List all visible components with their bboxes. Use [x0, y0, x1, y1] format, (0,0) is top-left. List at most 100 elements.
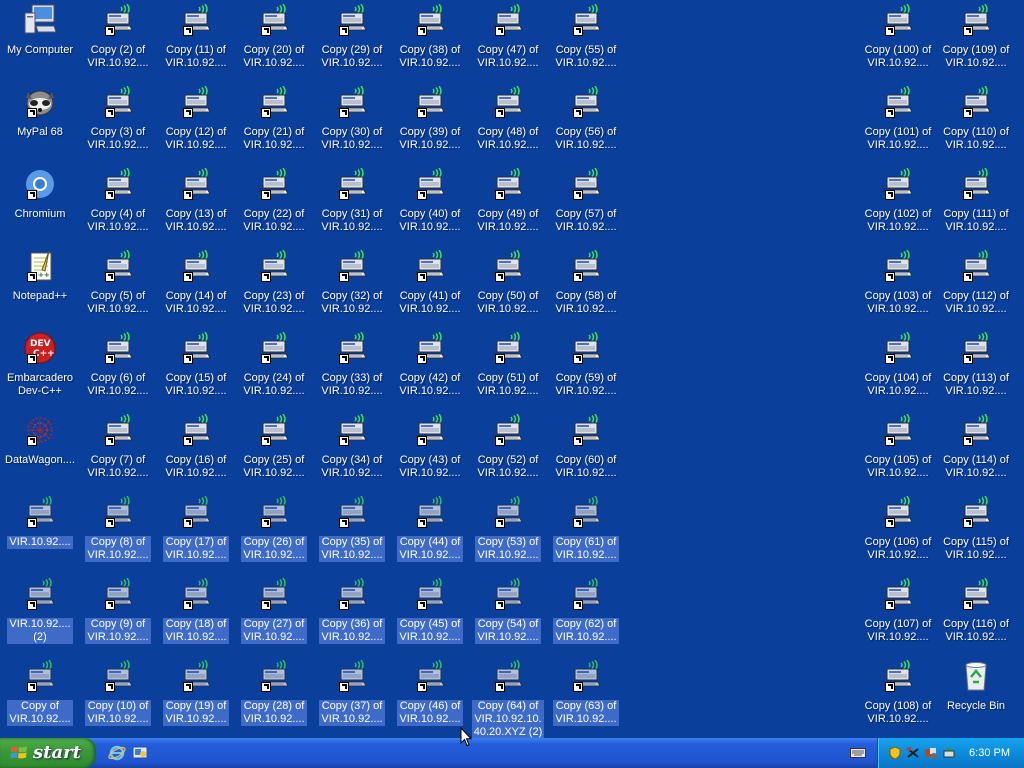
clock[interactable]: 6:30 PM: [969, 738, 1010, 768]
desktop-icon-copy-1-0[interactable]: Copy (11) of VIR.10.92....: [158, 2, 234, 70]
desktop-icon-system-5[interactable]: DataWagon....: [2, 412, 78, 467]
desktop-icon-copy-6-1[interactable]: Copy (56) of VIR.10.92....: [548, 84, 624, 152]
desktop-icon-copy-0-5[interactable]: Copy (7) of VIR.10.92....: [80, 412, 156, 480]
desktop-icon-copy-5-7[interactable]: Copy (54) of VIR.10.92....: [470, 576, 546, 644]
desktop-icon-copy-2-6[interactable]: Copy (26) of VIR.10.92....: [236, 494, 312, 562]
desktop-icon-right-0-3[interactable]: Copy (103) of VIR.10.92....: [860, 248, 936, 316]
desktop-icon-copy-2-5[interactable]: Copy (25) of VIR.10.92....: [236, 412, 312, 480]
desktop-icon-copy-3-2[interactable]: Copy (31) of VIR.10.92....: [314, 166, 390, 234]
desktop-icon-copy-6-6[interactable]: Copy (61) of VIR.10.92....: [548, 494, 624, 562]
desktop-icon-right-0-7[interactable]: Copy (107) of VIR.10.92....: [860, 576, 936, 644]
desktop-icon-right-1-4[interactable]: Copy (113) of VIR.10.92....: [938, 330, 1014, 398]
keyboard-icon[interactable]: [850, 747, 866, 759]
desktop-icon-copy-1-7[interactable]: Copy (18) of VIR.10.92....: [158, 576, 234, 644]
internet-explorer-icon[interactable]: [108, 744, 126, 762]
network-icon[interactable]: [906, 746, 920, 760]
desktop-icon-system-3[interactable]: ++ Notepad++: [2, 248, 78, 303]
desktop-icon-copy-6-5[interactable]: Copy (60) of VIR.10.92....: [548, 412, 624, 480]
desktop-icon-system-1[interactable]: MyPal 68: [2, 84, 78, 139]
desktop-icon-copy-0-0[interactable]: Copy (2) of VIR.10.92....: [80, 2, 156, 70]
desktop-icon-copy-1-6[interactable]: Copy (17) of VIR.10.92....: [158, 494, 234, 562]
desktop-icon-copy-5-2[interactable]: Copy (49) of VIR.10.92....: [470, 166, 546, 234]
desktop-icon-copy-3-0[interactable]: Copy (29) of VIR.10.92....: [314, 2, 390, 70]
desktop[interactable]: My Computer MyPal 68 Chromium ++ Notepad++ DE…: [0, 0, 1024, 738]
desktop-icon-copy-4-5[interactable]: Copy (43) of VIR.10.92....: [392, 412, 468, 480]
desktop-icon-copy-3-7[interactable]: Copy (36) of VIR.10.92....: [314, 576, 390, 644]
desktop-icon-copy-0-7[interactable]: Copy (9) of VIR.10.92....: [80, 576, 156, 644]
desktop-icon-copy-2-7[interactable]: Copy (27) of VIR.10.92....: [236, 576, 312, 644]
desktop-icon-right-1-5[interactable]: Copy (114) of VIR.10.92....: [938, 412, 1014, 480]
desktop-icon-copy-4-4[interactable]: Copy (42) of VIR.10.92....: [392, 330, 468, 398]
desktop-icon-right-0-0[interactable]: Copy (100) of VIR.10.92....: [860, 2, 936, 70]
desktop-icon-copy-1-1[interactable]: Copy (12) of VIR.10.92....: [158, 84, 234, 152]
desktop-icon-copy-6-3[interactable]: Copy (58) of VIR.10.92....: [548, 248, 624, 316]
desktop-icon-copy-2-8[interactable]: Copy (28) of VIR.10.92....: [236, 658, 312, 726]
desktop-icon-copy-5-6[interactable]: Copy (53) of VIR.10.92....: [470, 494, 546, 562]
desktop-icon-right-1-3[interactable]: Copy (112) of VIR.10.92....: [938, 248, 1014, 316]
desktop-icon-copy-6-8[interactable]: Copy (63) of VIR.10.92....: [548, 658, 624, 726]
desktop-icon-right-1-8[interactable]: Recycle Bin: [938, 658, 1014, 713]
desktop-icon-copy-3-3[interactable]: Copy (32) of VIR.10.92....: [314, 248, 390, 316]
desktop-icon-right-1-0[interactable]: Copy (109) of VIR.10.92....: [938, 2, 1014, 70]
desktop-icon-right-1-1[interactable]: Copy (110) of VIR.10.92....: [938, 84, 1014, 152]
desktop-icon-copy-0-8[interactable]: Copy (10) of VIR.10.92....: [80, 658, 156, 726]
desktop-icon-copy-5-3[interactable]: Copy (50) of VIR.10.92....: [470, 248, 546, 316]
desktop-icon-system-0[interactable]: My Computer: [2, 2, 78, 57]
show-desktop-icon[interactable]: [131, 744, 149, 762]
desktop-icon-vir-1[interactable]: VIR.10.92.... (2): [2, 576, 78, 644]
desktop-icon-copy-3-4[interactable]: Copy (33) of VIR.10.92....: [314, 330, 390, 398]
desktop-icon-copy-3-6[interactable]: Copy (35) of VIR.10.92....: [314, 494, 390, 562]
desktop-icon-copy-5-0[interactable]: Copy (47) of VIR.10.92....: [470, 2, 546, 70]
safely-remove-icon[interactable]: [942, 746, 956, 760]
desktop-icon-copy-4-2[interactable]: Copy (40) of VIR.10.92....: [392, 166, 468, 234]
desktop-icon-copy-1-8[interactable]: Copy (19) of VIR.10.92....: [158, 658, 234, 726]
desktop-icon-vir-2[interactable]: Copy of VIR.10.92....: [2, 658, 78, 726]
desktop-icon-copy-3-8[interactable]: Copy (37) of VIR.10.92....: [314, 658, 390, 726]
desktop-icon-copy-2-3[interactable]: Copy (23) of VIR.10.92....: [236, 248, 312, 316]
desktop-icon-copy-2-1[interactable]: Copy (21) of VIR.10.92....: [236, 84, 312, 152]
desktop-icon-copy-6-2[interactable]: Copy (57) of VIR.10.92....: [548, 166, 624, 234]
desktop-icon-vir-0[interactable]: VIR.10.92....: [2, 494, 78, 549]
desktop-icon-copy-6-7[interactable]: Copy (62) of VIR.10.92....: [548, 576, 624, 644]
desktop-icon-copy-2-4[interactable]: Copy (24) of VIR.10.92....: [236, 330, 312, 398]
desktop-icon-copy-4-1[interactable]: Copy (39) of VIR.10.92....: [392, 84, 468, 152]
desktop-icon-copy-0-1[interactable]: Copy (3) of VIR.10.92....: [80, 84, 156, 152]
desktop-icon-copy-0-3[interactable]: Copy (5) of VIR.10.92....: [80, 248, 156, 316]
desktop-icon-copy-4-0[interactable]: Copy (38) of VIR.10.92....: [392, 2, 468, 70]
desktop-icon-right-0-6[interactable]: Copy (106) of VIR.10.92....: [860, 494, 936, 562]
desktop-icon-copy-5-5[interactable]: Copy (52) of VIR.10.92....: [470, 412, 546, 480]
desktop-icon-right-1-2[interactable]: Copy (111) of VIR.10.92....: [938, 166, 1014, 234]
desktop-icon-copy-3-1[interactable]: Copy (30) of VIR.10.92....: [314, 84, 390, 152]
desktop-icon-right-0-1[interactable]: Copy (101) of VIR.10.92....: [860, 84, 936, 152]
desktop-icon-copy-4-7[interactable]: Copy (45) of VIR.10.92....: [392, 576, 468, 644]
desktop-icon-right-0-4[interactable]: Copy (104) of VIR.10.92....: [860, 330, 936, 398]
start-button[interactable]: start: [0, 738, 96, 768]
desktop-icon-copy-1-4[interactable]: Copy (15) of VIR.10.92....: [158, 330, 234, 398]
security-shield-icon[interactable]: [888, 746, 902, 760]
desktop-icon-copy-4-6[interactable]: Copy (44) of VIR.10.92....: [392, 494, 468, 562]
desktop-icon-copy-0-2[interactable]: Copy (4) of VIR.10.92....: [80, 166, 156, 234]
desktop-icon-right-0-2[interactable]: Copy (102) of VIR.10.92....: [860, 166, 936, 234]
desktop-icon-copy-4-3[interactable]: Copy (41) of VIR.10.92....: [392, 248, 468, 316]
desktop-icon-copy-2-0[interactable]: Copy (20) of VIR.10.92....: [236, 2, 312, 70]
desktop-icon-copy-1-3[interactable]: Copy (14) of VIR.10.92....: [158, 248, 234, 316]
desktop-icon-copy-5-8[interactable]: Copy (64) of VIR.10.92.10. 40.20.XYZ (2): [470, 658, 546, 738]
desktop-icon-copy-5-1[interactable]: Copy (48) of VIR.10.92....: [470, 84, 546, 152]
desktop-icon-right-1-6[interactable]: Copy (115) of VIR.10.92....: [938, 494, 1014, 562]
desktop-icon-copy-4-8[interactable]: Copy (46) of VIR.10.92....: [392, 658, 468, 726]
desktop-icon-right-0-5[interactable]: Copy (105) of VIR.10.92....: [860, 412, 936, 480]
volume-icon[interactable]: [924, 746, 938, 760]
desktop-icon-copy-2-2[interactable]: Copy (22) of VIR.10.92....: [236, 166, 312, 234]
desktop-icon-copy-5-4[interactable]: Copy (51) of VIR.10.92....: [470, 330, 546, 398]
desktop-icon-copy-6-4[interactable]: Copy (59) of VIR.10.92....: [548, 330, 624, 398]
desktop-icon-copy-1-2[interactable]: Copy (13) of VIR.10.92....: [158, 166, 234, 234]
desktop-icon-system-4[interactable]: DEV C++ Embarcadero Dev-C++: [2, 330, 78, 398]
desktop-icon-copy-1-5[interactable]: Copy (16) of VIR.10.92....: [158, 412, 234, 480]
desktop-icon-right-0-8[interactable]: Copy (108) of VIR.10.92....: [860, 658, 936, 726]
desktop-icon-system-2[interactable]: Chromium: [2, 166, 78, 221]
desktop-icon-copy-3-5[interactable]: Copy (34) of VIR.10.92....: [314, 412, 390, 480]
desktop-icon-right-1-7[interactable]: Copy (116) of VIR.10.92....: [938, 576, 1014, 644]
desktop-icon-copy-0-4[interactable]: Copy (6) of VIR.10.92....: [80, 330, 156, 398]
desktop-icon-copy-0-6[interactable]: Copy (8) of VIR.10.92....: [80, 494, 156, 562]
desktop-icon-copy-6-0[interactable]: Copy (55) of VIR.10.92....: [548, 2, 624, 70]
